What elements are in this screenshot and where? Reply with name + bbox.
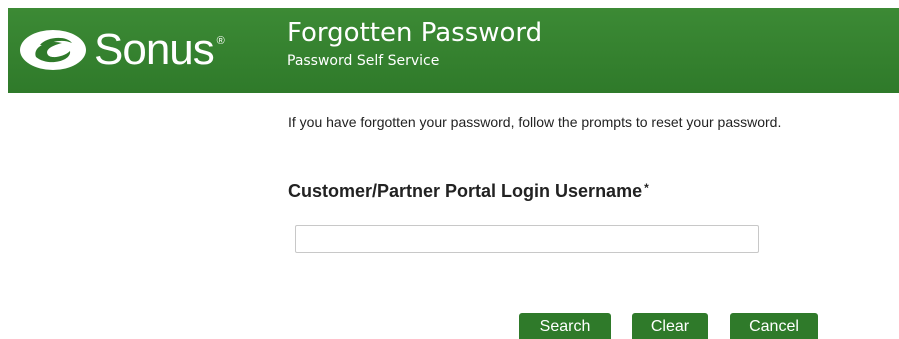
registered-mark: ® — [216, 35, 225, 47]
header-title-block: Forgotten Password Password Self Service — [287, 18, 542, 70]
username-label: Customer/Partner Portal Login Username * — [288, 181, 649, 202]
username-label-text: Customer/Partner Portal Login Username — [288, 181, 643, 201]
sonus-swirl-icon — [20, 30, 86, 70]
logo-wordmark: Sonus ® — [94, 25, 225, 74]
logo-text: Sonus — [94, 25, 215, 74]
sonus-logo: Sonus ® — [18, 24, 225, 76]
forgotten-password-page: Sonus ® Forgotten Password Password Self… — [0, 0, 899, 339]
username-input[interactable] — [295, 225, 759, 253]
page-header: Sonus ® Forgotten Password Password Self… — [8, 8, 899, 93]
page-title: Forgotten Password — [287, 18, 543, 48]
page-subtitle: Password Self Service — [287, 53, 440, 69]
clear-button[interactable]: Clear — [632, 313, 708, 339]
cancel-button[interactable]: Cancel — [730, 313, 818, 339]
search-button[interactable]: Search — [519, 313, 611, 339]
required-indicator: * — [644, 181, 649, 195]
intro-text: If you have forgotten your password, fol… — [288, 114, 782, 130]
